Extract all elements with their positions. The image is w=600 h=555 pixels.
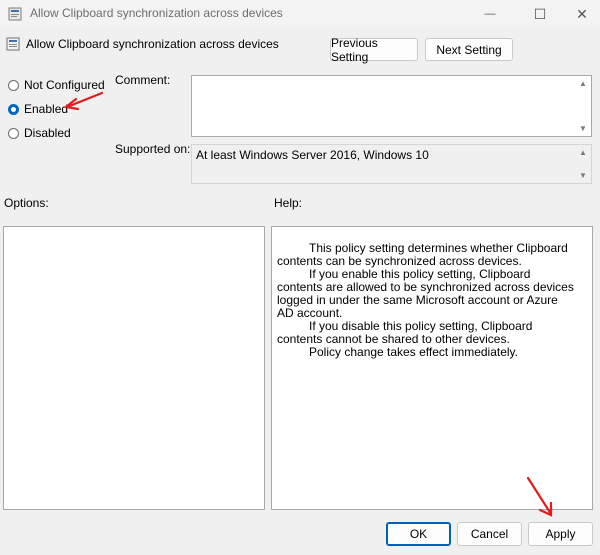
minimize-icon: — (484, 8, 496, 20)
comment-label: Comment: (115, 73, 171, 87)
policy-title: Allow Clipboard synchronization across d… (26, 37, 279, 51)
help-paragraph: This policy setting determines whether C… (277, 241, 568, 268)
help-label: Help: (274, 196, 303, 210)
help-paragraph: If you enable this policy setting, Clipb… (277, 267, 574, 320)
help-paragraph: If you disable this policy setting, Clip… (277, 319, 533, 346)
radio-circle (8, 127, 19, 139)
supported-scrollbar[interactable]: ▲ ▼ (576, 145, 591, 183)
radio-enabled[interactable]: Enabled (8, 102, 68, 116)
arrow-to-enabled-icon (63, 91, 104, 111)
maximize-icon: ☐ (533, 5, 547, 22)
scroll-down-icon[interactable]: ▼ (579, 124, 587, 133)
options-panel (3, 226, 265, 510)
radio-circle (8, 103, 19, 115)
minimize-button[interactable]: — (468, 0, 512, 28)
radio-label: Enabled (24, 102, 69, 116)
help-panel: This policy setting determines whether C… (271, 226, 593, 510)
cancel-button[interactable]: Cancel (457, 522, 522, 546)
radio-not-configured[interactable]: Not Configured (8, 78, 105, 92)
options-label: Options: (4, 196, 49, 210)
help-text: This policy setting determines whether C… (277, 242, 577, 359)
radio-circle (8, 79, 19, 91)
radio-label: Not Configured (24, 78, 105, 92)
close-button[interactable]: ✕ (560, 0, 600, 28)
title-bar: Allow Clipboard synchronization across d… (0, 0, 600, 28)
radio-label: Disabled (24, 126, 71, 140)
close-icon: ✕ (576, 5, 588, 22)
comment-scrollbar[interactable]: ▲ ▼ (576, 76, 591, 136)
previous-setting-button[interactable]: Previous Setting (330, 36, 418, 64)
scroll-down-icon[interactable]: ▼ (579, 171, 587, 180)
apply-button[interactable]: Apply (528, 522, 593, 546)
maximize-button[interactable]: ☐ (518, 0, 562, 28)
policy-app-icon (8, 7, 22, 21)
next-setting-button[interactable]: Next Setting (425, 38, 513, 61)
supported-on-value: At least Windows Server 2016, Windows 10 (196, 148, 429, 162)
comment-textarea[interactable]: ▲ ▼ (191, 75, 592, 137)
scroll-up-icon[interactable]: ▲ (579, 148, 587, 157)
window-title: Allow Clipboard synchronization across d… (30, 6, 283, 20)
radio-disabled[interactable]: Disabled (8, 126, 71, 140)
supported-on-label: Supported on: (115, 142, 191, 156)
help-paragraph: Policy change takes effect immediately. (309, 345, 518, 359)
ok-button[interactable]: OK (386, 522, 451, 546)
supported-on-field: At least Windows Server 2016, Windows 10… (191, 144, 592, 184)
policy-setting-icon (6, 37, 20, 51)
scroll-up-icon[interactable]: ▲ (579, 79, 587, 88)
